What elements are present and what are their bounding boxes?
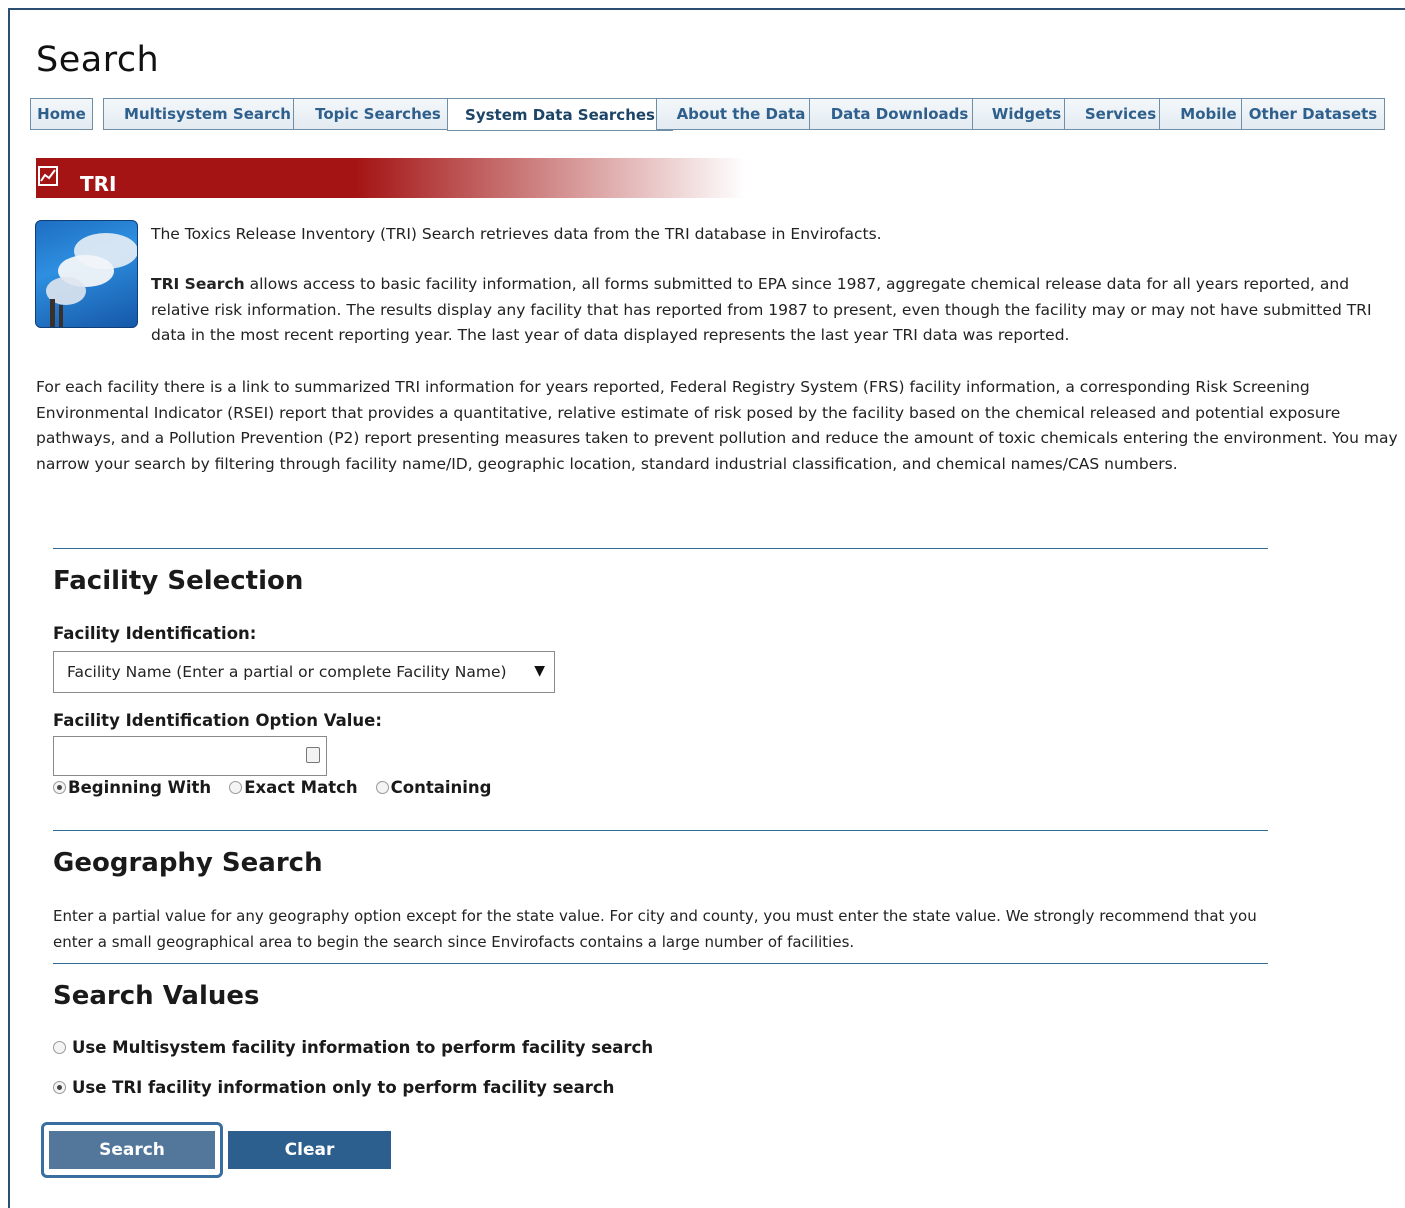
radio-multisystem-facility[interactable]: Use Multisystem facility information to … xyxy=(53,1038,653,1057)
intro-paragraph-3: For each facility there is a link to sum… xyxy=(36,378,1398,473)
clear-button[interactable]: Clear xyxy=(228,1131,391,1169)
section-divider xyxy=(53,830,1268,831)
option-value-input[interactable] xyxy=(53,736,327,776)
match-type-group: Beginning With Exact Match Containing xyxy=(53,778,509,797)
option-value-label: Facility Identification Option Value: xyxy=(53,711,382,730)
section-divider xyxy=(53,963,1268,964)
radio-containing[interactable]: Containing xyxy=(375,778,492,797)
radio-button[interactable] xyxy=(53,1081,66,1094)
intro-paragraph-2: TRI Search allows access to basic facili… xyxy=(151,272,1405,349)
tab-other-datasets[interactable]: Other Datasets xyxy=(1241,98,1385,130)
geography-description: Enter a partial value for any geography … xyxy=(53,907,1257,951)
geography-search-heading: Geography Search xyxy=(53,848,323,878)
radio-label: Use TRI facility information only to per… xyxy=(72,1078,615,1097)
intro-paragraph-2-text: allows access to basic facility informat… xyxy=(151,275,1372,344)
radio-tri-facility-only[interactable]: Use TRI facility information only to per… xyxy=(53,1078,614,1097)
tab-bar: Home Multisystem Search Topic Searches S… xyxy=(30,98,1405,132)
tab-about-the-data[interactable]: About the Data xyxy=(656,98,826,130)
banner-title: TRI xyxy=(80,172,117,196)
facility-identification-select[interactable]: Facility Name (Enter a partial or comple… xyxy=(53,651,555,693)
radio-label: Use Multisystem facility information to … xyxy=(72,1038,654,1057)
radio-button[interactable] xyxy=(229,781,243,794)
radio-beginning-with[interactable]: Beginning With xyxy=(53,778,211,797)
radio-button[interactable] xyxy=(53,781,66,794)
facility-selection-heading: Facility Selection xyxy=(53,566,304,596)
radio-label: Beginning With xyxy=(68,778,212,797)
radio-label: Exact Match xyxy=(244,778,358,797)
smokestack-image xyxy=(35,220,138,328)
tab-topic-searches[interactable]: Topic Searches xyxy=(293,98,463,130)
section-divider xyxy=(53,548,1268,549)
tab-system-data-searches[interactable]: System Data Searches xyxy=(447,98,673,131)
tab-data-downloads[interactable]: Data Downloads xyxy=(809,98,990,130)
search-button[interactable]: Search xyxy=(49,1131,215,1169)
radio-label: Containing xyxy=(390,778,492,797)
radio-button[interactable] xyxy=(53,1041,66,1054)
dropdown-arrow-icon: ▼ xyxy=(534,663,545,679)
radio-button[interactable] xyxy=(375,781,389,794)
chart-icon xyxy=(38,166,58,186)
tab-multisystem-search[interactable]: Multisystem Search xyxy=(103,98,312,130)
facility-identification-value: Facility Name (Enter a partial or comple… xyxy=(67,663,507,681)
intro-paragraph-1: The Toxics Release Inventory (TRI) Searc… xyxy=(151,225,882,243)
radio-exact-match[interactable]: Exact Match xyxy=(229,778,358,797)
intro-bold-term: TRI Search xyxy=(151,275,245,293)
page-title: Search xyxy=(36,40,160,80)
facility-identification-label: Facility Identification: xyxy=(53,624,257,643)
input-helper-icon[interactable] xyxy=(306,747,320,763)
search-values-heading: Search Values xyxy=(53,981,260,1011)
tab-home[interactable]: Home xyxy=(30,98,93,130)
section-banner xyxy=(36,158,746,198)
